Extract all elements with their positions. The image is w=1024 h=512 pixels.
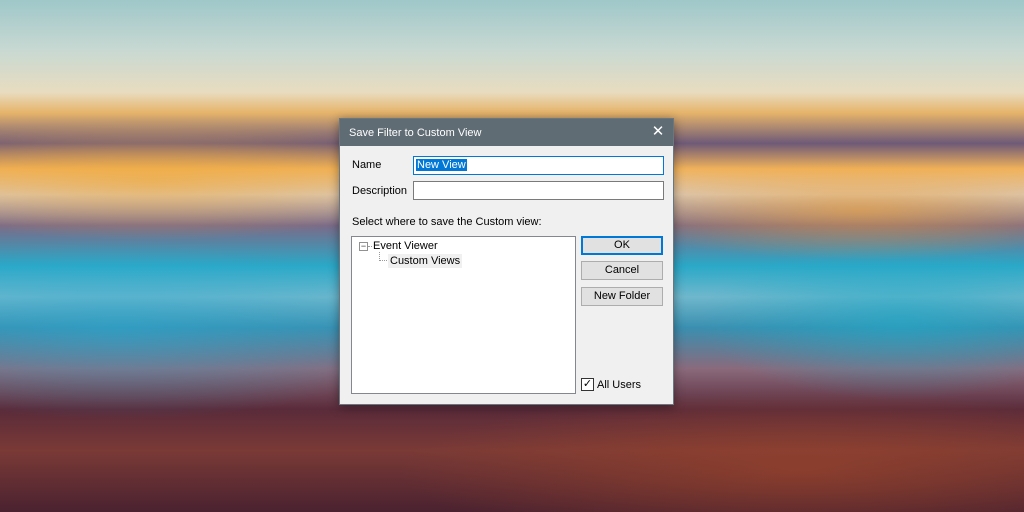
- name-label: Name: [352, 159, 382, 171]
- ok-button[interactable]: OK: [581, 236, 663, 255]
- tree-item-event-viewer[interactable]: Event Viewer: [373, 240, 438, 252]
- close-icon[interactable]: ✕: [649, 123, 667, 141]
- collapse-icon[interactable]: −: [359, 242, 368, 251]
- tree-item-custom-views[interactable]: Custom Views: [388, 254, 463, 268]
- location-label: Select where to save the Custom view:: [352, 216, 542, 228]
- cancel-button[interactable]: Cancel: [581, 261, 663, 280]
- tree-connector: [368, 246, 372, 247]
- name-value: New View: [416, 159, 467, 171]
- name-input[interactable]: New View: [413, 156, 664, 175]
- folder-tree[interactable]: − Event Viewer Custom Views: [351, 236, 576, 394]
- dialog-title: Save Filter to Custom View: [349, 126, 482, 139]
- tree-connector: [379, 252, 387, 261]
- save-filter-dialog: Save Filter to Custom View ✕ Name New Vi…: [339, 118, 674, 405]
- all-users-checkbox[interactable]: ✓: [581, 378, 594, 391]
- all-users-label[interactable]: All Users: [597, 379, 641, 391]
- new-folder-button[interactable]: New Folder: [581, 287, 663, 306]
- dialog-title-bar[interactable]: Save Filter to Custom View: [340, 119, 673, 146]
- description-input[interactable]: [413, 181, 664, 200]
- description-label: Description: [352, 185, 408, 197]
